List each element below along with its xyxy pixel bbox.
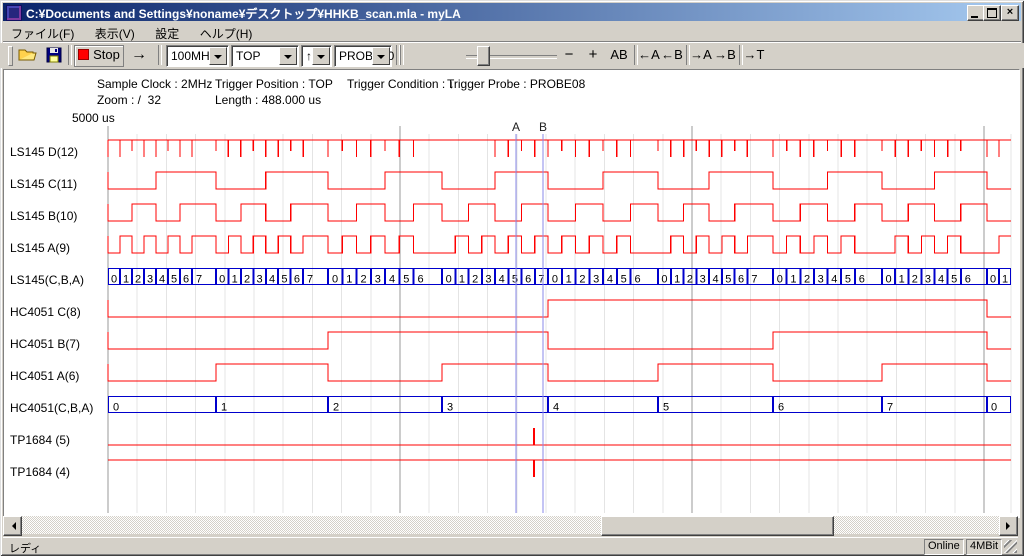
goto-a-right-button[interactable]: →A [690,45,712,65]
open-folder-icon [16,45,40,65]
channel-label: TP1684 (5) [10,432,70,448]
resize-grip[interactable] [1004,540,1017,553]
trigger-position-value: TOP [236,49,260,63]
menu-bar: ファイル(F) 表示(V) 設定 ヘルプ(H) [3,22,1021,41]
toolbar-separator [400,45,404,65]
close-icon: × [1007,6,1013,18]
stop-label: Stop [93,47,120,62]
stop-button[interactable]: Stop [74,45,124,67]
ab-button[interactable]: AB [606,45,632,65]
open-file-button[interactable] [16,45,40,65]
trigger-position-select[interactable]: TOP [231,45,299,67]
channel-label: LS145 D(12) [10,144,78,160]
channel-label: HC4051 C(8) [10,304,81,320]
chevron-down-icon[interactable] [372,47,390,65]
info-trigger-condition: Trigger Condition : ↓ [347,77,455,91]
save-floppy-icon [42,45,66,65]
run-button[interactable]: → [126,45,152,65]
trigger-probe-select[interactable]: PROBE00 [334,45,392,67]
chevron-down-icon[interactable] [209,47,227,65]
status-bar: レディ Online 4MBit [3,537,1018,554]
maximize-button[interactable] [983,5,1001,21]
trigger-edge-select[interactable]: ↑ [301,45,332,67]
app-window: C:¥Documents and Settings¥noname¥デスクトップ¥… [0,0,1024,556]
channel-label: LS145 A(9) [10,240,70,256]
scroll-right-button[interactable] [999,516,1018,536]
channel-label: TP1684 (4) [10,464,70,480]
chevron-down-icon[interactable] [312,47,330,65]
minimize-icon [971,16,978,18]
zoom-out-button[interactable]: − [560,45,578,65]
maximize-icon [987,8,997,18]
info-zoom: Zoom : / 32 [97,93,161,107]
menu-help[interactable]: ヘルプ(H) [192,22,261,42]
menu-view[interactable]: 表示(V) [87,22,143,42]
menu-file[interactable]: ファイル(F) [3,22,82,42]
horizontal-scrollbar[interactable] [3,516,1018,534]
memory-indicator: 4MBit [966,539,1002,555]
scrollbar-thumb[interactable] [601,516,834,536]
title-bar: C:¥Documents and Settings¥noname¥デスクトップ¥… [3,3,1021,21]
info-sample-clock: Sample Clock : 2MHz [97,77,212,91]
channel-label: LS145 B(10) [10,208,77,224]
menu-settings[interactable]: 設定 [147,22,187,42]
channel-label: HC4051(C,B,A) [10,400,93,416]
zoom-in-button[interactable]: + [584,45,602,65]
zoom-slider-thumb[interactable] [477,46,490,66]
close-button[interactable]: × [1001,5,1019,21]
channel-label: LS145 C(11) [10,176,77,192]
info-trigger-position: Trigger Position : TOP [215,77,333,91]
goto-b-right-button[interactable]: →B [713,45,737,65]
goto-a-left-button[interactable]: ←A [638,45,660,65]
channel-label: LS145(C,B,A) [10,272,84,288]
timebase-label: 5000 us [72,111,115,125]
toolbar-separator [68,45,72,65]
app-icon [6,5,22,21]
info-trigger-probe: Trigger Probe : PROBE08 [447,77,585,91]
stop-icon [78,49,89,60]
toolbar: Stop → 100MHz TOP ↑ PROBE00 − + AB ←A ←B [0,43,1024,68]
info-length: Length : 488.000 us [215,93,321,107]
status-ready-text: レディ [9,540,41,556]
toolbar-grip[interactable] [8,46,13,66]
toolbar-separator [158,45,162,65]
channel-label: HC4051 A(6) [10,368,79,384]
goto-b-left-button[interactable]: ←B [661,45,683,65]
save-file-button[interactable] [42,45,66,65]
sample-clock-select[interactable]: 100MHz [166,45,229,67]
window-title: C:¥Documents and Settings¥noname¥デスクトップ¥… [26,5,461,22]
chevron-down-icon[interactable] [279,47,297,65]
channel-label: HC4051 B(7) [10,336,80,352]
arrow-left-icon [8,522,16,530]
waveform-client-area [3,69,1020,518]
arrow-right-icon [1006,522,1014,530]
scroll-left-button[interactable] [3,516,22,536]
goto-trigger-button[interactable]: →T [743,45,765,65]
online-indicator: Online [924,539,964,555]
